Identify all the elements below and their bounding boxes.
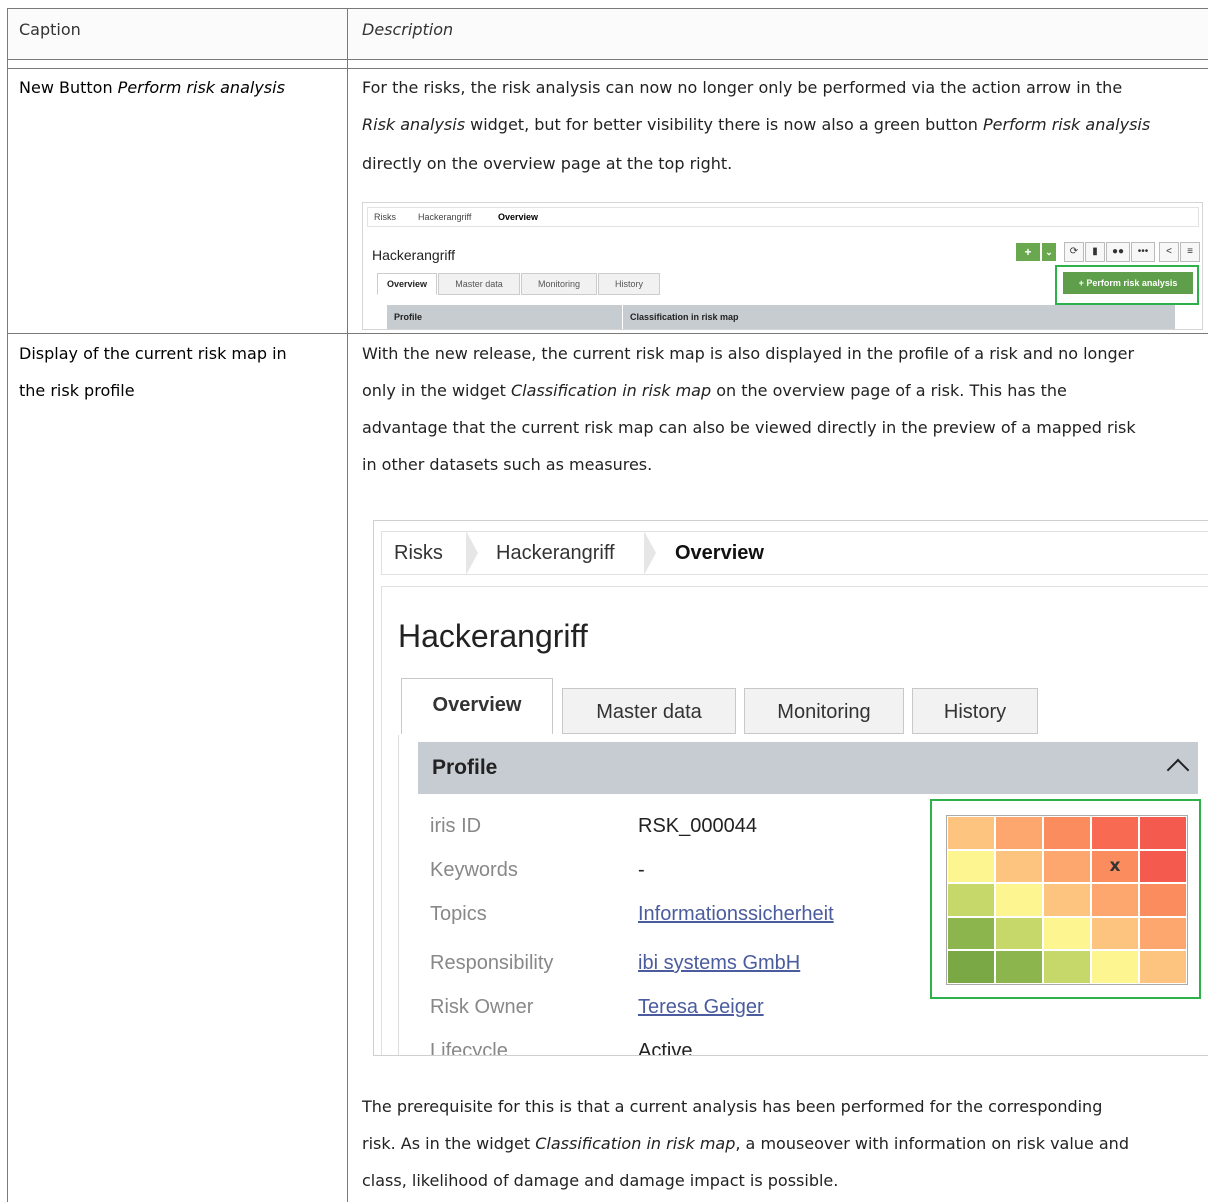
risk-map-cell[interactable] <box>1140 917 1186 950</box>
table-rule-header <box>7 59 1208 60</box>
field-label: Responsibility <box>430 952 554 974</box>
row1-caption: New Button Perform risk analysis <box>19 78 285 97</box>
row1-desc-line3: directly on the overview page at the top… <box>362 154 733 173</box>
risk-map-cell[interactable] <box>996 917 1042 950</box>
table-border-top <box>7 8 1208 9</box>
risk-map-cell[interactable] <box>1092 951 1138 983</box>
risk-map[interactable]: x <box>946 815 1188 985</box>
risk-map-cell[interactable] <box>1092 884 1138 916</box>
breadcrumb: Risks Hackerangriff Overview <box>381 531 1208 575</box>
screenshot-risk-profile: Risks Hackerangriff Overview Hackerangri… <box>373 520 1208 1056</box>
risk-map-cell[interactable] <box>1140 850 1186 883</box>
risk-owner-link[interactable]: Teresa Geiger <box>638 996 764 1019</box>
chevron-up-icon[interactable] <box>1166 758 1190 782</box>
row2-desc-line2: only in the widget Classification in ris… <box>362 381 1067 400</box>
field-label: Risk Owner <box>430 996 534 1018</box>
add-icon[interactable]: + <box>1016 243 1040 261</box>
field-value: RSK_000044 <box>638 815 757 837</box>
risk-map-cell[interactable] <box>948 884 994 916</box>
breadcrumb-item[interactable]: Hackerangriff <box>496 542 615 565</box>
row2-caption-line1: Display of the current risk map in <box>19 344 287 363</box>
row2-post-line3: class, likelihood of damage and damage i… <box>362 1171 839 1190</box>
topics-link[interactable]: Informationssicherheit <box>638 903 834 926</box>
page-title: Hackerangriff <box>372 247 456 263</box>
tab-overview[interactable]: Overview <box>377 273 437 295</box>
highlight-box <box>1055 265 1199 305</box>
risk-map-cell[interactable] <box>1140 951 1186 983</box>
field-value: - <box>638 859 645 881</box>
profile-header[interactable]: Profile <box>418 742 1198 794</box>
table-border-left <box>7 8 8 1202</box>
breadcrumb: Risks Hackerangriff Overview <box>367 207 1199 227</box>
tab-history[interactable]: History <box>912 688 1038 734</box>
users-icon[interactable]: ●● <box>1106 242 1130 262</box>
field-label: Lifecycle <box>430 1040 508 1056</box>
field-value: Active <box>638 1040 693 1056</box>
risk-map-cell[interactable] <box>1044 917 1090 950</box>
risk-map-cell[interactable] <box>996 850 1042 883</box>
breadcrumb-item-current: Overview <box>675 542 764 564</box>
tab-master-data[interactable]: Master data <box>438 273 520 295</box>
tab-master-data[interactable]: Master data <box>562 688 736 734</box>
row2-caption-line2: the risk profile <box>19 381 135 400</box>
risk-map-cell[interactable] <box>1044 850 1090 883</box>
page-title: Hackerangriff <box>398 618 588 654</box>
row2-desc-line1: With the new release, the current risk m… <box>362 344 1135 363</box>
risk-map-cell[interactable] <box>1044 817 1090 849</box>
breadcrumb-item-current: Overview <box>498 212 539 222</box>
risk-map-marker[interactable]: x <box>1092 850 1138 883</box>
row2-desc-line3: advantage that the current risk map can … <box>362 418 1136 437</box>
field-label: Keywords <box>430 859 518 881</box>
more-icon[interactable]: ••• <box>1131 242 1155 262</box>
prev-icon[interactable]: < <box>1159 242 1179 262</box>
refresh-icon[interactable]: ⟳ <box>1064 242 1084 262</box>
risk-map-cell[interactable] <box>1092 917 1138 950</box>
profile-title: Profile <box>432 756 498 779</box>
table-rule-row1-top <box>7 68 1208 69</box>
field-label: iris ID <box>430 815 482 837</box>
document-table: Caption Description New Button Perform r… <box>7 8 1208 1202</box>
risk-map-cell[interactable] <box>996 884 1042 916</box>
risk-map-cell[interactable] <box>1140 817 1186 849</box>
risk-map-cell[interactable] <box>996 817 1042 849</box>
risk-map-cell[interactable] <box>1140 884 1186 916</box>
list-icon[interactable]: ≡ <box>1180 242 1200 262</box>
row2-post-line1: The prerequisite for this is that a curr… <box>362 1097 1103 1116</box>
screenshot-perform-risk-analysis: Risks Hackerangriff Overview Hackerangri… <box>362 202 1203 330</box>
chart-icon[interactable]: ▮ <box>1085 242 1105 262</box>
risk-map-cell[interactable] <box>948 817 994 849</box>
table-rule-row2-top <box>7 333 1208 334</box>
table-column-divider <box>347 8 348 1202</box>
risk-map-cell[interactable] <box>948 951 994 983</box>
table-header-row <box>7 8 1208 59</box>
tab-overview[interactable]: Overview <box>401 678 553 734</box>
row1-desc-line2: Risk analysis widget, but for better vis… <box>362 115 1151 134</box>
chevron-right-icon <box>644 531 656 575</box>
breadcrumb-item[interactable]: Risks <box>374 212 396 222</box>
responsibility-link[interactable]: ibi systems GmbH <box>638 952 800 975</box>
profile-bar[interactable]: Profile <box>387 305 622 329</box>
row2-post-line2: risk. As in the widget Classification in… <box>362 1134 1129 1153</box>
tab-monitoring[interactable]: Monitoring <box>744 688 904 734</box>
breadcrumb-item[interactable]: Hackerangriff <box>418 212 471 222</box>
risk-map-cell[interactable] <box>996 951 1042 983</box>
row2-desc-line4: in other datasets such as measures. <box>362 455 653 474</box>
header-caption: Caption <box>19 20 81 39</box>
chevron-right-icon <box>466 531 478 575</box>
header-description: Description <box>362 20 454 39</box>
breadcrumb-item[interactable]: Risks <box>394 542 443 565</box>
risk-map-cell[interactable] <box>1044 884 1090 916</box>
risk-map-cell[interactable] <box>1092 817 1138 849</box>
tab-monitoring[interactable]: Monitoring <box>521 273 597 295</box>
risk-map-cell[interactable] <box>948 850 994 883</box>
row1-desc-line1: For the risks, the risk analysis can now… <box>362 78 1123 97</box>
tab-history[interactable]: History <box>598 273 660 295</box>
classification-bar[interactable]: Classification in risk map <box>623 305 1175 329</box>
risk-map-cell[interactable] <box>1044 951 1090 983</box>
field-label: Topics <box>430 903 487 925</box>
risk-map-cell[interactable] <box>948 917 994 950</box>
chevron-down-icon[interactable]: ⌄ <box>1042 243 1056 261</box>
